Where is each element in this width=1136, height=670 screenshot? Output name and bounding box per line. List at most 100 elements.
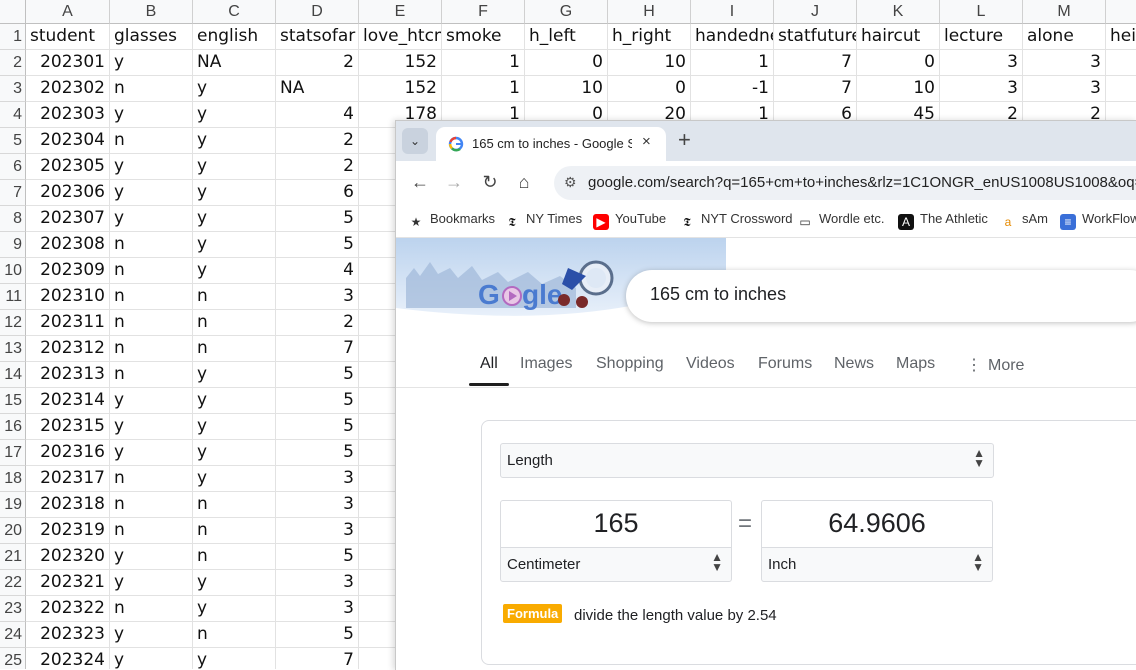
sheet-cell[interactable]: 0 xyxy=(608,76,691,102)
sheet-cell[interactable]: y xyxy=(193,180,276,206)
sheet-cell[interactable]: 3 xyxy=(276,284,359,310)
row-header[interactable]: 24 xyxy=(0,622,26,648)
column-header[interactable]: D xyxy=(276,0,359,24)
row-header[interactable]: 21 xyxy=(0,544,26,570)
site-info-icon[interactable]: ⚙ xyxy=(564,174,577,191)
sheet-cell[interactable]: y xyxy=(193,388,276,414)
row-header[interactable]: 6 xyxy=(0,154,26,180)
sheet-cell[interactable]: 3 xyxy=(276,596,359,622)
search-tab-images[interactable]: Images xyxy=(520,355,572,373)
sheet-cell[interactable]: n xyxy=(110,518,193,544)
sheet-cell[interactable]: 1 xyxy=(442,50,525,76)
sheet-cell[interactable]: 202307 xyxy=(26,206,110,232)
from-unit-select[interactable]: Centimeter ▲ ▼ xyxy=(500,547,732,582)
sheet-cell[interactable]: 202321 xyxy=(26,570,110,596)
sheet-cell[interactable]: 152 xyxy=(359,76,442,102)
sheet-cell[interactable]: 2 xyxy=(276,154,359,180)
unit-type-select[interactable]: Length ▲ ▼ xyxy=(500,443,994,478)
sheet-cell[interactable]: 202318 xyxy=(26,492,110,518)
column-header[interactable]: K xyxy=(857,0,940,24)
column-header[interactable]: A xyxy=(26,0,110,24)
sheet-cell[interactable]: 202311 xyxy=(26,310,110,336)
sheet-cell[interactable]: y xyxy=(193,258,276,284)
sheet-cell[interactable]: n xyxy=(193,336,276,362)
sheet-cell[interactable]: 202301 xyxy=(26,50,110,76)
row-header[interactable]: 22 xyxy=(0,570,26,596)
sheet-cell[interactable]: 10 xyxy=(857,76,940,102)
sheet-cell[interactable]: y xyxy=(110,180,193,206)
sheet-cell[interactable]: 202319 xyxy=(26,518,110,544)
row-header[interactable]: 14 xyxy=(0,362,26,388)
column-title-cell[interactable]: statsofar xyxy=(276,24,359,50)
sheet-cell[interactable]: 202305 xyxy=(26,154,110,180)
sheet-cell[interactable]: 5 xyxy=(276,362,359,388)
to-value-input[interactable]: 64.9606 xyxy=(761,500,993,548)
sheet-cell[interactable]: y xyxy=(193,596,276,622)
column-title-cell[interactable]: lecture xyxy=(940,24,1023,50)
column-title-cell[interactable]: glasses xyxy=(110,24,193,50)
sheet-cell[interactable]: -1 xyxy=(691,76,774,102)
bookmark-item[interactable]: ★ Bookmarks xyxy=(408,211,495,230)
row-header[interactable]: 11 xyxy=(0,284,26,310)
sheet-cell[interactable]: n xyxy=(110,128,193,154)
sheet-cell[interactable]: n xyxy=(193,284,276,310)
row-header[interactable]: 10 xyxy=(0,258,26,284)
sheet-cell[interactable]: 7 xyxy=(276,648,359,669)
sheet-cell[interactable]: 5 xyxy=(276,622,359,648)
row-header[interactable]: 5 xyxy=(0,128,26,154)
column-header[interactable]: L xyxy=(940,0,1023,24)
sheet-cell[interactable]: 1 xyxy=(442,76,525,102)
sheet-cell[interactable]: 0 xyxy=(525,50,608,76)
row-header[interactable]: 1 xyxy=(0,24,26,50)
row-header[interactable]: 3 xyxy=(0,76,26,102)
sheet-cell[interactable]: y xyxy=(193,414,276,440)
address-bar[interactable]: ⚙ google.com/search?q=165+cm+to+inches&r… xyxy=(554,166,1136,200)
row-header[interactable]: 2 xyxy=(0,50,26,76)
sheet-cell[interactable]: n xyxy=(110,284,193,310)
sheet-cell[interactable]: 2 xyxy=(276,310,359,336)
column-header[interactable]: C xyxy=(193,0,276,24)
sheet-cell[interactable]: 202303 xyxy=(26,102,110,128)
row-header[interactable]: 16 xyxy=(0,414,26,440)
sheet-cell[interactable]: 202316 xyxy=(26,440,110,466)
sheet-cell[interactable]: 202317 xyxy=(26,466,110,492)
row-header[interactable]: 25 xyxy=(0,648,26,669)
sheet-cell[interactable]: 202322 xyxy=(26,596,110,622)
home-icon[interactable]: ⌂ xyxy=(512,171,536,195)
sheet-cell[interactable]: 7 xyxy=(276,336,359,362)
close-tab-icon[interactable]: × xyxy=(642,133,651,150)
sheet-cell[interactable]: y xyxy=(110,440,193,466)
column-header[interactable]: M xyxy=(1023,0,1106,24)
bookmark-item[interactable]: 𝕿 NYT Crossword xyxy=(679,211,792,230)
bookmark-item[interactable]: 𝕿 NY Times xyxy=(504,211,582,230)
sheet-cell[interactable]: y xyxy=(110,102,193,128)
sheet-cell[interactable]: 202302 xyxy=(26,76,110,102)
from-value-input[interactable]: 165 xyxy=(500,500,732,548)
sheet-cell[interactable]: 10 xyxy=(525,76,608,102)
column-title-cell[interactable]: alone xyxy=(1023,24,1106,50)
search-tab-shopping[interactable]: Shopping xyxy=(596,355,664,373)
sheet-cell[interactable]: y xyxy=(110,570,193,596)
row-header[interactable]: 9 xyxy=(0,232,26,258)
sheet-cell[interactable]: 3 xyxy=(276,570,359,596)
row-header[interactable]: 23 xyxy=(0,596,26,622)
bookmark-item[interactable]: ▭ Wordle etc. xyxy=(797,211,884,230)
search-tab-maps[interactable]: Maps xyxy=(896,355,935,373)
sheet-cell[interactable]: 202304 xyxy=(26,128,110,154)
sheet-cell[interactable]: y xyxy=(110,50,193,76)
sheet-cell[interactable]: n xyxy=(193,310,276,336)
select-all-corner[interactable] xyxy=(0,0,26,24)
to-unit-select[interactable]: Inch ▲ ▼ xyxy=(761,547,993,582)
row-header[interactable]: 13 xyxy=(0,336,26,362)
bookmark-item[interactable]: ▶ YouTube xyxy=(593,211,666,230)
row-header[interactable]: 15 xyxy=(0,388,26,414)
sheet-cell[interactable]: 5 xyxy=(276,440,359,466)
reload-icon[interactable]: ↻ xyxy=(478,171,502,195)
search-tab-all[interactable]: All xyxy=(480,355,498,373)
sheet-cell[interactable]: NA xyxy=(193,50,276,76)
column-header[interactable]: E xyxy=(359,0,442,24)
column-title-cell[interactable]: love_htcm xyxy=(359,24,442,50)
sheet-cell[interactable]: n xyxy=(110,596,193,622)
sheet-cell[interactable]: 5 xyxy=(276,544,359,570)
sheet-cell[interactable]: 202324 xyxy=(26,648,110,669)
